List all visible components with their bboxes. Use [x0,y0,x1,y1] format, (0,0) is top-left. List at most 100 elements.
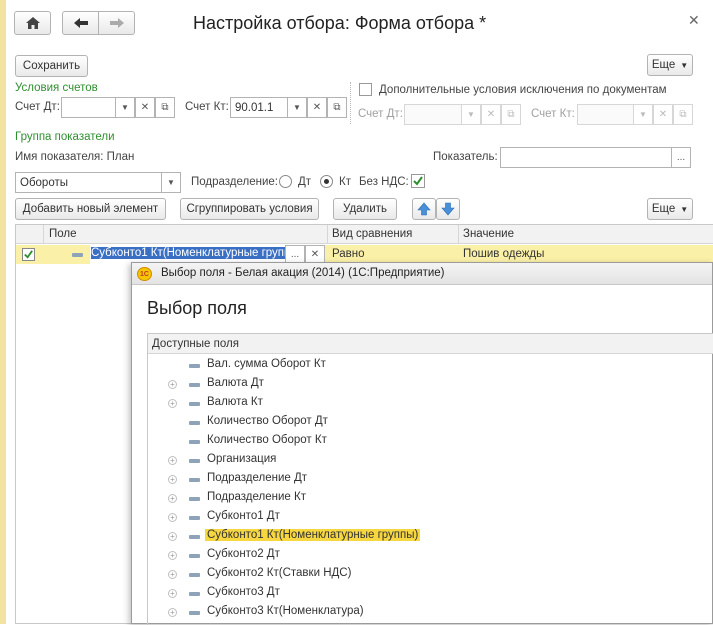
expand-icon[interactable]: + [168,380,177,389]
list-item[interactable]: Количество Оборот Кт [148,432,713,451]
actions-more-button[interactable]: Еще ▼ [647,198,693,220]
type-dropdown[interactable]: ▼ [161,172,181,193]
window-left-edge [0,0,6,624]
field-icon [189,383,200,387]
list-item[interactable]: + Валюта Дт [148,375,713,394]
list-item[interactable]: + Субконто3 Дт [148,584,713,603]
back-button[interactable] [62,11,99,35]
header-value[interactable]: Значение [463,228,514,240]
expand-icon[interactable]: + [168,513,177,522]
account-dt2-dropdown[interactable]: ▼ [461,104,481,125]
header-field[interactable]: Поле [49,228,77,240]
account-dt-open[interactable]: ⧉ [155,97,175,118]
expand-icon[interactable]: + [168,532,177,541]
field-icon [189,535,200,539]
expand-icon[interactable]: + [168,570,177,579]
list-item[interactable]: + Субконто2 Дт [148,546,713,565]
expand-icon[interactable]: + [168,551,177,560]
delete-button[interactable]: Удалить [333,198,397,220]
list-item[interactable]: + Валюта Кт [148,394,713,413]
group-conditions-button[interactable]: Сгруппировать условия [180,198,319,220]
expand-icon[interactable]: + [168,456,177,465]
radio-dt[interactable] [279,175,292,188]
open-icon: ⧉ [161,102,169,113]
list-item[interactable]: Количество Оборот Дт [148,413,713,432]
account-dt2-field[interactable] [404,104,462,125]
move-down-button[interactable] [436,198,460,220]
account-kt2-clear[interactable]: ✕ [653,104,673,125]
home-button[interactable] [14,11,51,35]
indicator-select-button[interactable]: ... [671,147,691,168]
list-item[interactable]: Вал. сумма Оборот Кт [148,356,713,375]
radio-dt-label: Дт [298,176,312,188]
account-kt-dropdown[interactable]: ▼ [287,97,307,118]
list-item[interactable]: + Подразделение Кт [148,489,713,508]
list-item[interactable]: + Субконто2 Кт(Ставки НДС) [148,565,713,584]
list-item-label: Субконто1 Дт [207,510,280,522]
header-value-sep [458,225,459,244]
header-comparison[interactable]: Вид сравнения [332,228,412,240]
radio-kt[interactable] [320,175,333,188]
field-icon [189,421,200,425]
account-kt2-dropdown[interactable]: ▼ [633,104,653,125]
expand-icon[interactable]: + [168,608,177,617]
fields-tree-column[interactable]: Доступные поля [152,338,239,350]
arrow-left-icon [73,18,88,28]
open-icon: ⧉ [333,102,341,113]
list-item-label: Подразделение Дт [207,472,308,484]
field-icon [189,573,200,577]
account-dt-field[interactable] [61,97,116,118]
home-icon [25,17,40,29]
chevron-down-icon: ▼ [121,103,129,112]
app-logo-text: 1С [140,271,149,278]
add-element-button[interactable]: Добавить новый элемент [15,198,166,220]
account-kt-clear[interactable]: ✕ [307,97,327,118]
vertical-separator [350,82,351,124]
list-item-label: Подразделение Кт [207,491,306,503]
chevron-down-icon: ▼ [680,60,689,70]
list-item[interactable]: + Подразделение Дт [148,470,713,489]
accounts-heading: Условия счетов [15,82,98,94]
account-kt2-open[interactable]: ⧉ [673,104,693,125]
open-icon: ⧉ [679,109,687,120]
toolbar-more-button[interactable]: Еще ▼ [647,54,693,76]
extra-conditions-checkbox[interactable] [359,83,372,96]
account-dt2-clear[interactable]: ✕ [481,104,501,125]
list-item[interactable]: + Организация [148,451,713,470]
row-checkbox[interactable] [22,248,35,261]
account-dt2-open[interactable]: ⧉ [501,104,521,125]
save-button[interactable]: Сохранить [15,55,88,77]
chevron-down-icon: ▼ [167,178,175,187]
list-item-label: Валюта Дт [207,377,264,389]
account-dt-clear[interactable]: ✕ [135,97,155,118]
list-item[interactable]: + Субконто1 Кт(Номенклатурные группы) [148,527,713,546]
arrow-up-icon [417,202,431,216]
expand-icon[interactable]: + [168,475,177,484]
novat-checkbox[interactable] [411,174,425,188]
field-icon [189,497,200,501]
field-select-dialog: 1С Выбор поля - Белая акация (2014) (1С:… [131,262,713,625]
list-item[interactable]: + Субконто1 Дт [148,508,713,527]
close-icon[interactable]: ✕ [688,12,700,29]
list-item-label: Субконто1 Кт(Номенклатурные группы) [205,529,421,541]
checkmark-icon [413,176,423,186]
list-item[interactable]: + Субконто3 Кт(Номенклатура) [148,603,713,622]
indicator-field[interactable] [500,147,672,168]
move-up-button[interactable] [412,198,436,220]
forward-button[interactable] [98,11,135,35]
account-kt2-field[interactable] [577,104,634,125]
field-icon [189,611,200,615]
expand-icon[interactable]: + [168,589,177,598]
type-select[interactable]: Обороты [15,172,162,193]
account-kt-open[interactable]: ⧉ [327,97,347,118]
account-dt-dropdown[interactable]: ▼ [115,97,135,118]
account-kt-label: Счет Кт: [185,101,229,113]
expand-icon[interactable]: + [168,399,177,408]
account-kt-field[interactable]: 90.01.1 [230,97,288,118]
row-value: Пошив одежды [463,248,545,260]
table-header: Поле Вид сравнения Значение [16,225,713,244]
field-icon [189,516,200,520]
chevron-down-icon: ▼ [293,103,301,112]
chevron-down-icon: ▼ [680,204,689,214]
expand-icon[interactable]: + [168,494,177,503]
